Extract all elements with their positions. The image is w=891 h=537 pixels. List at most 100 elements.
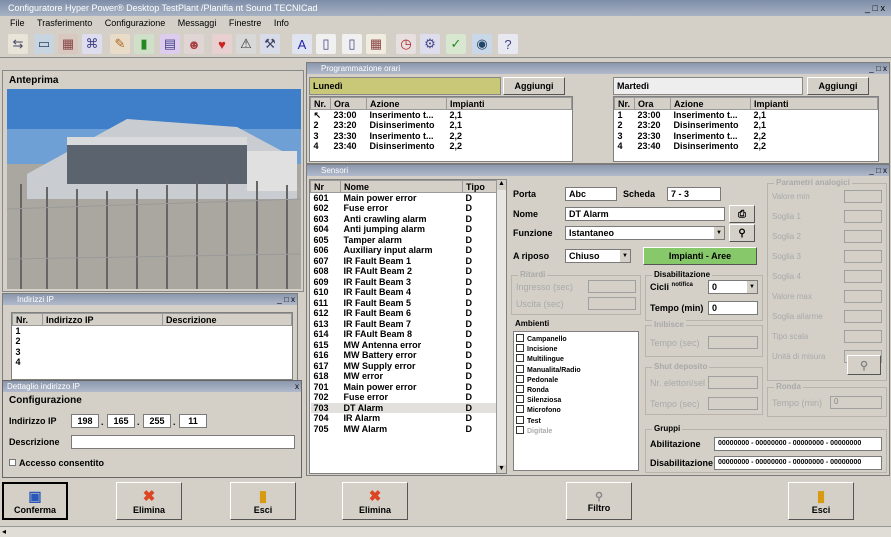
ip-octet-3[interactable]: 255 — [143, 414, 171, 428]
link-icon[interactable]: ⚲ — [729, 224, 755, 242]
globe-icon[interactable]: ◉ — [472, 34, 492, 54]
esci2-button[interactable]: ▮ Esci — [788, 482, 854, 520]
calendar-icon[interactable]: ▦ — [366, 34, 386, 54]
ip-list-controls[interactable]: _ □ x — [277, 295, 295, 304]
access-checkbox[interactable]: Accesso consentito — [9, 458, 104, 468]
esci-button[interactable]: ▮ Esci — [230, 482, 296, 520]
window-controls[interactable]: _ □ x — [865, 0, 885, 16]
grid-icon[interactable]: ▤ — [160, 34, 180, 54]
ip-col-address[interactable]: Indirizzo IP — [42, 313, 163, 326]
table-row[interactable]: 701 Main power error D — [311, 382, 506, 393]
table-row[interactable]: 618 MW error D — [311, 371, 506, 382]
menu-info[interactable]: Info — [274, 18, 289, 28]
filtro-button[interactable]: ⚲ Filtro — [566, 482, 632, 520]
table-row[interactable]: 603 Anti crawling alarm D — [311, 214, 506, 225]
flow-icon[interactable]: ⇆ — [8, 34, 28, 54]
table-row[interactable]: 4 — [13, 357, 292, 368]
ambiente-checkbox[interactable]: Incisione — [516, 344, 636, 354]
col-impianti[interactable]: Impianti — [750, 97, 878, 110]
table-row[interactable]: 3 — [13, 347, 292, 358]
table-row[interactable]: 612 IR Fault Beam 6D — [311, 308, 506, 319]
table-row[interactable]: 4 23:40 Disinserimento 2,2 — [311, 141, 572, 152]
table-row[interactable]: 606 Auxiliary input alarm D — [311, 245, 506, 256]
table-row[interactable]: 2 — [13, 336, 292, 347]
alarm-icon[interactable]: ⚠ — [236, 34, 256, 54]
col-ora[interactable]: Ora — [634, 97, 671, 110]
impianti-aree-button[interactable]: Impianti - Aree — [643, 247, 757, 265]
heart-icon[interactable]: ♥ — [212, 34, 232, 54]
col-impianti[interactable]: Impianti — [446, 97, 572, 110]
elimina-button[interactable]: ✖ Elimina — [116, 482, 182, 520]
table-row[interactable]: 704 IR Alarm D — [311, 413, 506, 424]
description-field[interactable] — [71, 435, 295, 449]
ambiente-checkbox[interactable]: Pedonale — [516, 374, 636, 385]
scheda-field[interactable]: 7 - 3 — [667, 187, 721, 201]
table-row[interactable]: 1 — [13, 326, 292, 337]
table-row[interactable]: ↖ 23:00 Inserimento t... 2,1 — [311, 110, 572, 121]
menu-trasferimento[interactable]: Trasferimento — [37, 18, 92, 28]
ambiente-checkbox[interactable]: Campanello — [516, 334, 636, 344]
nome-field[interactable]: DT Alarm — [565, 207, 725, 221]
conferma-button[interactable]: ▣ Conferma — [2, 482, 68, 520]
ambiente-checkbox[interactable]: Multilingue — [516, 354, 636, 364]
scroll-left-icon[interactable]: ◂ — [2, 527, 6, 536]
table-row[interactable]: 703 DT Alarm D — [310, 402, 506, 413]
table-row[interactable]: 601 Main power error D — [311, 193, 506, 204]
cicli-select[interactable]: 0 ▼ — [708, 280, 758, 294]
tools-icon[interactable]: ✎ — [110, 34, 130, 54]
col-ora[interactable]: Ora — [330, 97, 367, 110]
ambiente-checkbox[interactable]: Microfono — [516, 405, 636, 415]
disabilitazione-field[interactable]: 00000000 - 00000000 - 00000000 - 0000000… — [714, 456, 882, 470]
col-azione[interactable]: Azione — [670, 97, 751, 110]
help-icon[interactable]: ? — [498, 34, 518, 54]
ip-col-desc[interactable]: Descrizione — [162, 313, 292, 326]
ip-octet-1[interactable]: 198 — [71, 414, 99, 428]
settings-icon[interactable]: ⚙ — [420, 34, 440, 54]
scroll-down-icon[interactable]: ▼ — [497, 465, 506, 473]
table-row[interactable]: 2 23:20 Disinserimento 2,1 — [615, 120, 878, 131]
table-row[interactable]: 2 23:20 Disinserimento 2,1 — [311, 120, 572, 131]
monitor-icon[interactable]: ▭ — [34, 34, 54, 54]
sensors-controls[interactable]: _ □ x — [869, 166, 887, 175]
col-nr[interactable]: Nr — [310, 180, 341, 193]
table-row[interactable]: 602 Fuse error D — [311, 203, 506, 214]
building-icon[interactable]: ▦ — [58, 34, 78, 54]
menu-configurazione[interactable]: Configurazione — [105, 18, 166, 28]
table-row[interactable]: 605 Tamper alarm D — [311, 235, 506, 246]
elimina2-button[interactable]: ✖ Elimina — [342, 482, 408, 520]
battery-icon[interactable]: ▮ — [134, 34, 154, 54]
table-row[interactable]: 617 MW Supply error D — [311, 361, 506, 372]
sensors-scrollbar[interactable]: ▲ ▼ — [496, 180, 506, 473]
ambiente-checkbox[interactable]: Digitale — [516, 425, 636, 436]
table-row[interactable]: 616 MW Battery error D — [311, 350, 506, 361]
add-day1-button[interactable]: Aggiungi — [503, 77, 565, 95]
col-nome[interactable]: Nome — [340, 180, 463, 193]
ambiente-checkbox[interactable]: Manualita/Radio — [516, 364, 636, 375]
close-icon[interactable]: x — [295, 382, 299, 391]
clock-icon[interactable]: ◷ — [396, 34, 416, 54]
users-icon[interactable]: ☻ — [184, 34, 204, 54]
wrench-icon[interactable]: ⚒ — [260, 34, 280, 54]
menu-finestre[interactable]: Finestre — [229, 18, 262, 28]
table-row[interactable]: 610 IR Fault Beam 4D — [311, 287, 506, 298]
print-icon[interactable]: ⎙ — [729, 205, 755, 223]
horizontal-scrollbar[interactable]: ◂ — [0, 526, 891, 537]
table-row[interactable]: 615 MW Antenna error D — [311, 340, 506, 351]
menu-file[interactable]: File — [10, 18, 25, 28]
ambiente-checkbox[interactable]: Ronda — [516, 385, 636, 395]
ambiente-checkbox[interactable]: Test — [516, 415, 636, 426]
ip-col-nr[interactable]: Nr. — [12, 313, 43, 326]
table-row[interactable]: 611 IR Fault Beam 5D — [311, 298, 506, 309]
add-day2-button[interactable]: Aggiungi — [807, 77, 869, 95]
porta-field[interactable]: Abc — [565, 187, 617, 201]
network-icon[interactable]: ⌘ — [82, 34, 102, 54]
table-row[interactable]: 604 Anti jumping alarm D — [311, 224, 506, 235]
schedule-controls[interactable]: _ □ x — [869, 64, 887, 73]
abilitazione-field[interactable]: 00000000 - 00000000 - 00000000 - 0000000… — [714, 437, 882, 451]
scroll-up-icon[interactable]: ▲ — [497, 180, 506, 190]
check-icon[interactable]: ✓ — [446, 34, 466, 54]
table-row[interactable]: 702 Fuse error D — [311, 392, 506, 403]
table-row[interactable]: 3 23:30 Inserimento t... 2,2 — [615, 131, 878, 142]
ip-octet-4[interactable]: 11 — [179, 414, 207, 428]
col-nr[interactable]: Nr. — [614, 97, 635, 110]
